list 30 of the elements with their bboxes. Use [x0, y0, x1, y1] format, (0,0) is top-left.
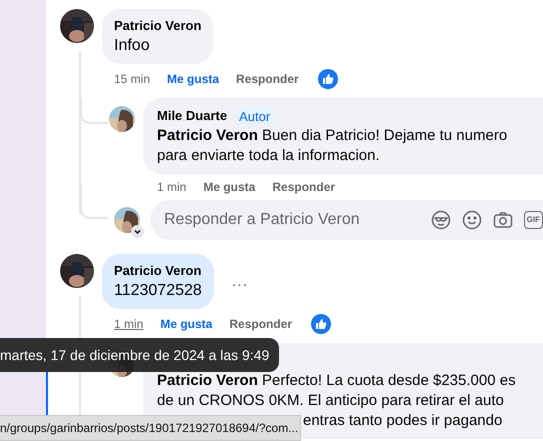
chevron-down-icon[interactable]: [131, 225, 144, 238]
reply-text: de un CRONOS 0KM. El anticipo para retirar el auto: [157, 391, 505, 411]
author-name[interactable]: Mile Duarte: [157, 107, 228, 125]
reply-input-field[interactable]: Responder a Patricio Veron GIF: [150, 200, 543, 240]
sticker-icon[interactable]: [430, 210, 451, 230]
more-options-button[interactable]: ...: [226, 272, 254, 290]
like-link[interactable]: Me gusta: [203, 180, 256, 194]
reply-text: para enviarte toda la informacion.: [157, 146, 381, 166]
author-name[interactable]: Patricio Veron: [114, 262, 202, 280]
timestamp-link[interactable]: 1 min: [114, 317, 144, 331]
author-badge: Autor: [235, 108, 274, 124]
author-name[interactable]: Patricio Veron: [114, 17, 202, 35]
smiley-icon[interactable]: [462, 210, 482, 230]
reply-link[interactable]: Responder: [272, 180, 336, 194]
reply-link[interactable]: Responder: [236, 72, 299, 86]
timestamp-link[interactable]: 15 min: [114, 72, 150, 86]
like-reaction-icon[interactable]: [311, 314, 332, 334]
like-reaction-icon[interactable]: [318, 69, 338, 89]
reply-link[interactable]: Responder: [229, 317, 292, 331]
reply-text: Patricio Veron Perfecto! La cuota desde $235.000 es: [157, 371, 517, 391]
reply-text: Patricio Veron Buen dia Patricio! Dejame tu numero: [157, 126, 508, 146]
comment-text: 1123072528: [114, 281, 202, 301]
timestamp-link[interactable]: 1 min: [157, 180, 186, 194]
like-link[interactable]: Me gusta: [167, 72, 220, 86]
comment-text: Infoo: [114, 36, 151, 56]
timestamp-tooltip: martes, 17 de diciembre de 2024 a las 9:49: [0, 338, 280, 372]
camera-icon[interactable]: [492, 210, 513, 230]
gif-button[interactable]: GIF: [524, 211, 543, 229]
like-link[interactable]: Me gusta: [160, 317, 212, 331]
status-bar-url: n/groups/garinbarrios/posts/1901721927018694/?com...: [0, 415, 301, 441]
